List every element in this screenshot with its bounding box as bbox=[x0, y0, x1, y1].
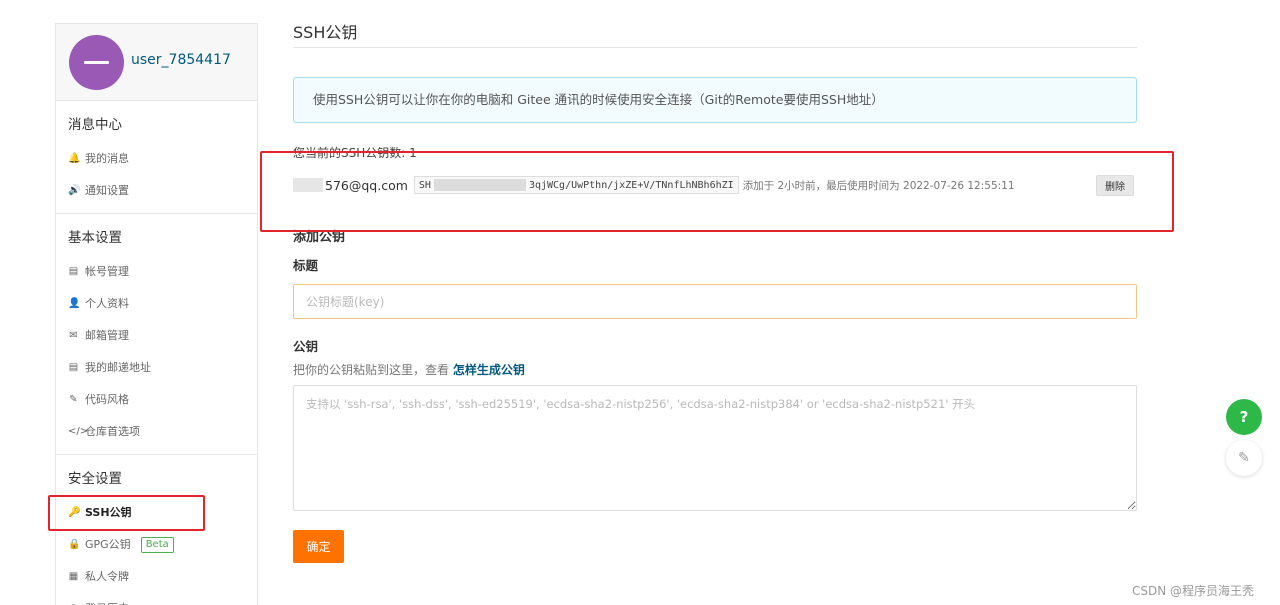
how-to-generate-key-link[interactable]: 怎样生成公钥 bbox=[453, 363, 525, 377]
id-card-icon: ▤ bbox=[68, 266, 79, 277]
settings-sidebar: user_7854417 消息中心 🔔 我的消息 🔊 通知设置 基本设置 ▤ 帐… bbox=[55, 23, 258, 605]
ssh-key-row: 576@qq.com SH 3qjWCg/UwPthn/jxZE+V/TNnfL… bbox=[293, 174, 1137, 196]
key-field-label: 公钥 bbox=[293, 339, 319, 354]
sidebar-item-label: 登录历史 bbox=[85, 593, 129, 605]
username-link[interactable]: user_7854417 bbox=[131, 52, 231, 68]
sidebar-item-label: 个人资料 bbox=[85, 297, 129, 310]
beta-badge: Beta bbox=[140, 537, 174, 553]
page-title: SSH公钥 bbox=[293, 18, 1137, 48]
group-title-security: 安全设置 bbox=[68, 471, 122, 487]
public-key-textarea[interactable] bbox=[293, 385, 1137, 511]
sidebar-item-label: 帐号管理 bbox=[85, 265, 129, 278]
avatar[interactable] bbox=[69, 35, 124, 90]
user-block: user_7854417 bbox=[56, 24, 257, 101]
sidebar-item-account[interactable]: ▤ 帐号管理 bbox=[56, 256, 257, 288]
info-notice: 使用SSH公钥可以让你在你的电脑和 Gitee 通讯的时候使用安全连接（Git的… bbox=[293, 77, 1137, 123]
add-key-title: 添加公钥 bbox=[293, 230, 346, 245]
sidebar-item-my-messages[interactable]: 🔔 我的消息 bbox=[56, 143, 257, 175]
sidebar-item-code-style[interactable]: ✎ 代码风格 bbox=[56, 384, 257, 416]
brush-icon: ✎ bbox=[69, 394, 78, 405]
sidebar-item-label: SSH公钥 bbox=[85, 506, 132, 519]
sidebar-item-label: 我的邮递地址 bbox=[85, 361, 151, 374]
key-count-label: 您当前的SSH公钥数: 1 bbox=[293, 146, 417, 160]
sidebar-item-label: 代码风格 bbox=[85, 393, 129, 406]
sidebar-item-label: 我的消息 bbox=[85, 152, 129, 165]
feedback-icon[interactable]: ✎ bbox=[1226, 440, 1262, 476]
sidebar-item-notification-settings[interactable]: 🔊 通知设置 bbox=[56, 175, 257, 207]
speaker-icon: 🔊 bbox=[68, 185, 81, 196]
group-title-basic: 基本设置 bbox=[68, 230, 122, 246]
divider bbox=[56, 454, 257, 455]
help-icon[interactable]: ? bbox=[1226, 399, 1262, 435]
divider bbox=[56, 213, 257, 214]
key-email: 576@qq.com bbox=[325, 177, 408, 193]
sidebar-item-label: GPG公钥 bbox=[85, 538, 131, 551]
sidebar-item-gpg-keys[interactable]: 🔒 GPG公钥 Beta bbox=[56, 529, 257, 561]
sidebar-item-label: 私人令牌 bbox=[85, 570, 129, 583]
sidebar-item-private-tokens[interactable]: ▦ 私人令牌 bbox=[56, 561, 257, 593]
key-icon: 🔑 bbox=[68, 507, 81, 518]
token-icon: ▦ bbox=[68, 571, 79, 582]
key-meta: 添加于 2小时前，最后使用时间为 2022-07-26 12:55:11 bbox=[742, 179, 1015, 192]
redacted-mask bbox=[433, 179, 526, 191]
sidebar-item-ssh-keys[interactable]: 🔑 SSH公钥 bbox=[56, 497, 257, 529]
key-fingerprint: SH 3qjWCg/UwPthn/jxZE+V/TNnfLhNBh6hZI bbox=[413, 176, 739, 194]
fingerprint-suffix: 3qjWCg/UwPthn/jxZE+V/TNnfLhNBh6hZI bbox=[528, 179, 734, 191]
group-title-messages: 消息中心 bbox=[68, 117, 122, 133]
lock-icon: 🔒 bbox=[68, 539, 81, 550]
mail-icon: ✉ bbox=[69, 330, 78, 341]
sidebar-item-login-history[interactable]: ◷ 登录历史 bbox=[56, 593, 257, 605]
sidebar-item-label: 通知设置 bbox=[85, 184, 129, 197]
key-title-input[interactable] bbox=[293, 284, 1137, 319]
main-content: SSH公钥 使用SSH公钥可以让你在你的电脑和 Gitee 通讯的时候使用安全连… bbox=[293, 18, 1137, 563]
sidebar-item-repo-preferences[interactable]: </> 仓库首选项 bbox=[56, 416, 257, 448]
address-card-icon: ▤ bbox=[68, 362, 79, 373]
redacted-mask bbox=[293, 178, 323, 192]
sidebar-item-address[interactable]: ▤ 我的邮递地址 bbox=[56, 352, 257, 384]
sidebar-item-label: 仓库首选项 bbox=[85, 425, 140, 438]
history-icon: ◷ bbox=[68, 593, 79, 605]
submit-button[interactable]: 确定 bbox=[293, 530, 344, 563]
sidebar-item-label: 邮箱管理 bbox=[85, 329, 129, 342]
help-prefix: 把你的公钥粘贴到这里，查看 bbox=[293, 363, 450, 377]
delete-key-button[interactable]: 删除 bbox=[1096, 174, 1134, 196]
key-help-text: 把你的公钥粘贴到这里，查看 怎样生成公钥 bbox=[293, 361, 1137, 378]
title-field-label: 标题 bbox=[293, 258, 319, 273]
bell-icon: 🔔 bbox=[68, 153, 81, 164]
sidebar-item-email[interactable]: ✉ 邮箱管理 bbox=[56, 320, 257, 352]
fingerprint-prefix: SH bbox=[418, 179, 431, 191]
sidebar-item-profile[interactable]: 👤 个人资料 bbox=[56, 288, 257, 320]
user-icon: 👤 bbox=[68, 298, 81, 309]
code-icon: </> bbox=[68, 426, 89, 437]
watermark: CSDN @程序员海王秃 bbox=[1132, 584, 1255, 598]
